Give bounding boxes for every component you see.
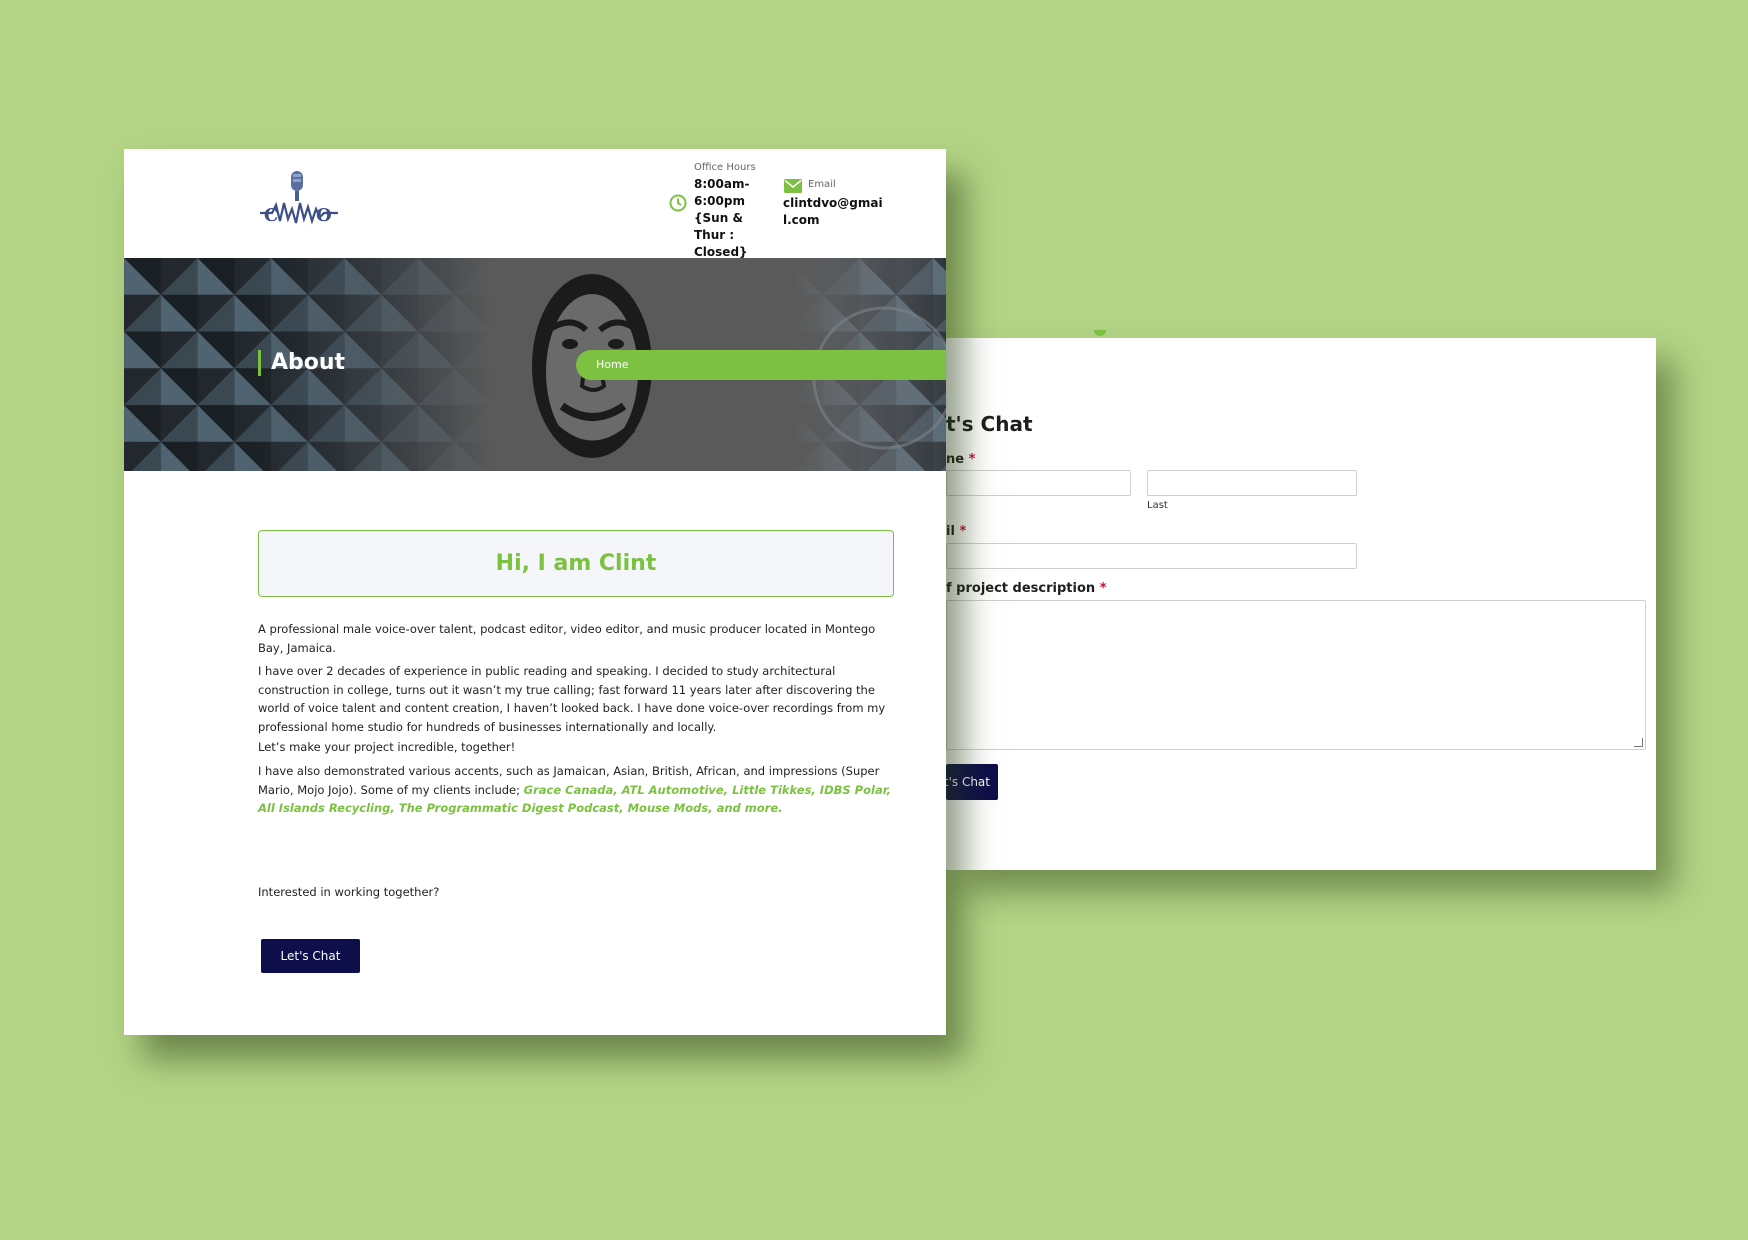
- name-label: ne *: [946, 452, 976, 467]
- accents-paragraph: I have also demonstrated various accents…: [258, 764, 892, 815]
- form-title: t's Chat: [946, 412, 1033, 436]
- intro-paragraph: A professional male voice-over talent, p…: [258, 622, 876, 655]
- svg-text:C: C: [264, 205, 278, 226]
- email-label: Email: [808, 179, 836, 190]
- svg-text:O: O: [316, 205, 332, 226]
- green-fragment: [1094, 330, 1106, 336]
- last-name-input[interactable]: [1147, 470, 1357, 496]
- email-label: il *: [946, 524, 967, 539]
- hero-banner: About Home: [124, 258, 946, 471]
- lets-chat-button[interactable]: Let's Chat: [261, 939, 360, 973]
- cdvo-logo-icon[interactable]: C O: [258, 169, 340, 237]
- greeting-heading: Hi, I am Clint: [495, 551, 657, 576]
- email-address-link[interactable]: clintdvo@gmail.com: [783, 195, 887, 229]
- office-hours-label: Office Hours: [694, 162, 756, 173]
- experience-paragraph: I have over 2 decades of experience in p…: [258, 664, 886, 734]
- last-sublabel: Last: [1147, 500, 1168, 511]
- first-name-input[interactable]: [946, 470, 1131, 496]
- envelope-icon: [784, 179, 802, 193]
- description-textarea[interactable]: [946, 600, 1646, 750]
- about-page-card: C O Office Hours 8:00am-6:00pm {Sun & Th…: [124, 149, 946, 1035]
- greeting-box: Hi, I am Clint: [258, 530, 894, 597]
- about-content: Hi, I am Clint A professional male voice…: [124, 471, 946, 1035]
- resize-handle-icon[interactable]: [1634, 738, 1643, 747]
- contact-form-card: t's Chat ne * Last il * f project descri…: [944, 330, 1656, 870]
- email-input[interactable]: [946, 543, 1357, 569]
- site-header: C O Office Hours 8:00am-6:00pm {Sun & Th…: [124, 149, 946, 259]
- description-label: f project description *: [946, 581, 1107, 596]
- breadcrumb: Home: [576, 350, 946, 380]
- together-paragraph: Let’s make your project incredible, toge…: [258, 740, 516, 754]
- office-hours-value: 8:00am-6:00pm {Sun & Thur : Closed}: [694, 177, 750, 259]
- clock-icon: [669, 194, 687, 212]
- breadcrumb-home-link[interactable]: Home: [596, 358, 628, 371]
- page-title: About: [258, 350, 345, 376]
- form-submit-button[interactable]: t's Chat: [944, 764, 998, 800]
- interested-text: Interested in working together?: [258, 885, 440, 899]
